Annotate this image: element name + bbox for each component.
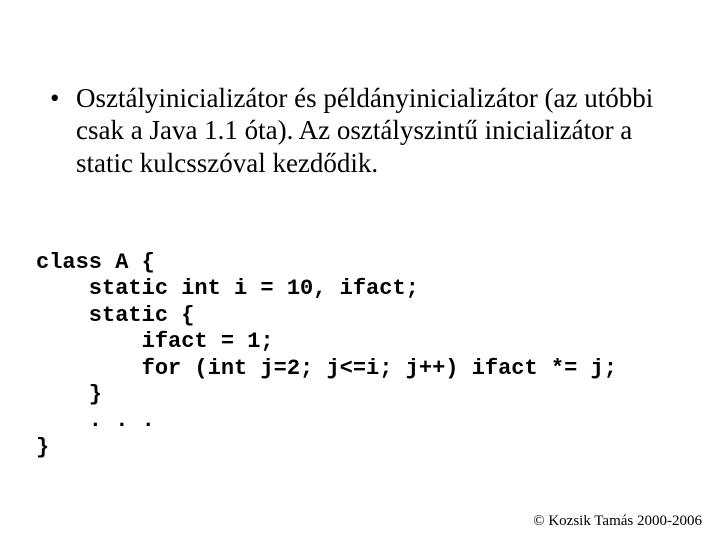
code-line-6: } bbox=[36, 382, 102, 407]
footer-text: © Kozsik Tamás 2000-2006 bbox=[533, 513, 702, 529]
code-line-4: ifact = 1; bbox=[36, 329, 274, 354]
code-line-7: . . . bbox=[36, 408, 155, 433]
code-block: class A { static int i = 10, ifact; stat… bbox=[36, 250, 684, 461]
code-line-2: static int i = 10, ifact; bbox=[36, 276, 419, 301]
bullet-block: Osztályinicializátor és példányinicializ… bbox=[48, 82, 680, 179]
footer-copyright: © Kozsik Tamás 2000-2006 bbox=[533, 513, 702, 530]
code-line-8: } bbox=[36, 435, 49, 460]
slide: Osztályinicializátor és példányinicializ… bbox=[0, 0, 720, 540]
bullet-text: Osztályinicializátor és példányinicializ… bbox=[76, 83, 653, 178]
bullet-list: Osztályinicializátor és példányinicializ… bbox=[48, 82, 680, 179]
code-line-3: static { bbox=[36, 303, 194, 328]
bullet-item: Osztályinicializátor és példányinicializ… bbox=[48, 82, 680, 179]
code-line-5: for (int j=2; j<=i; j++) ifact *= j; bbox=[36, 356, 617, 381]
code-line-1: class A { bbox=[36, 250, 155, 275]
